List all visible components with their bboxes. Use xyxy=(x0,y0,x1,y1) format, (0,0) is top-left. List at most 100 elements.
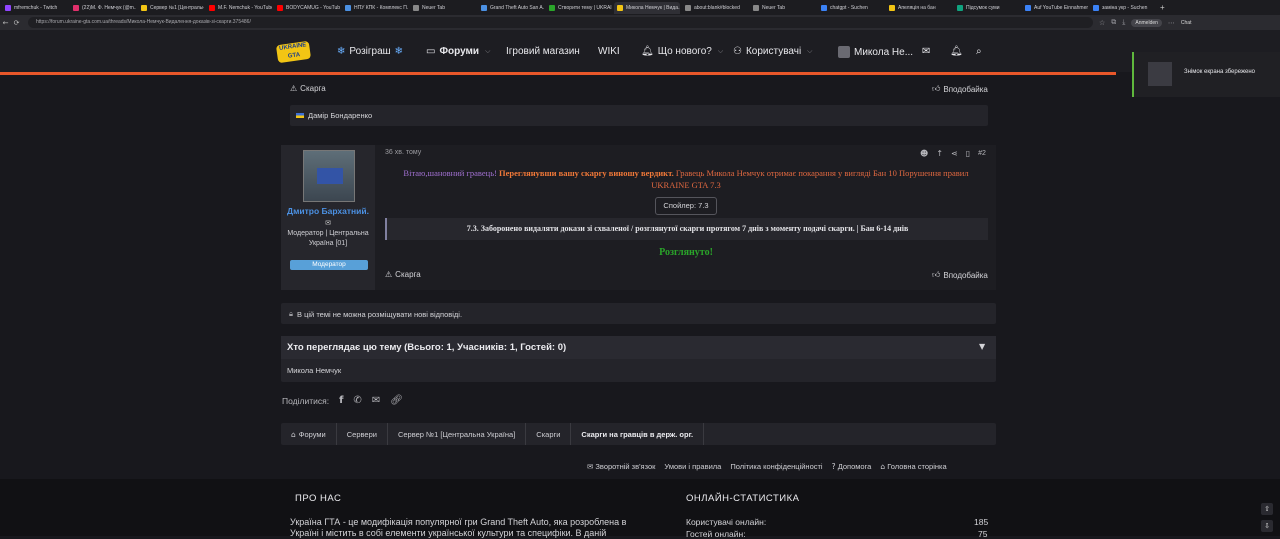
nav-shop[interactable]: Ігровий магазин xyxy=(506,46,580,57)
author-role: Модератор | Центральна Україна [01] xyxy=(287,230,369,247)
stats-title: ОНЛАЙН-СТАТИСТИКА xyxy=(686,493,800,504)
users-icon: ⚇ xyxy=(733,46,742,57)
breadcrumb-current[interactable]: Скарги на гравців в держ. орг. xyxy=(571,423,705,445)
tab-title: НПУ КПК - Комплекс П... xyxy=(354,4,408,11)
avatar xyxy=(838,46,850,58)
browser-tab[interactable]: заміна укр - Suchen xyxy=(1090,2,1156,14)
arrow-up-icon[interactable]: ↑ xyxy=(936,149,943,158)
browser-tab[interactable]: Neuer Tab xyxy=(750,2,816,14)
viewers-list[interactable]: Микола Немчук xyxy=(287,366,341,375)
alerts-bell-icon[interactable]: 🔔︎ xyxy=(950,46,963,57)
browser-tab[interactable]: Auf YouTube Einnahmen xyxy=(1022,2,1088,14)
chevron-down-icon[interactable]: ⌵ xyxy=(485,47,490,56)
browser-tab[interactable]: Сервер №1 [Центральна... xyxy=(138,2,204,14)
warning-icon: ⚠ xyxy=(385,270,393,279)
tab-favicon-icon xyxy=(73,4,79,11)
author-name[interactable]: Дмитро Бархатний. ✉ xyxy=(286,206,370,229)
envelope-icon: ✉ xyxy=(325,219,331,227)
browser-tab[interactable]: mfremchuk - Twitch xyxy=(2,2,68,14)
help-link[interactable]: ? Допомога xyxy=(832,462,872,471)
browser-tab[interactable]: Апеляція на бан xyxy=(886,2,952,14)
nav-wiki[interactable]: WIKI xyxy=(598,46,620,57)
chevron-down-icon[interactable]: ⌵ xyxy=(718,47,723,56)
site-logo[interactable]: UKRAINE GTA xyxy=(275,40,312,64)
rule-quote: 7.3. Заборонено видаляти докази зі схвал… xyxy=(385,218,988,240)
browser-tab[interactable]: chatgpt - Suchen xyxy=(818,2,884,14)
home-link[interactable]: ⌂ Головна сторінка xyxy=(880,462,946,471)
tab-title: about:blank#blocked xyxy=(694,4,740,11)
extensions-icon[interactable]: ⧉ xyxy=(1111,18,1116,27)
browser-tab[interactable]: НПУ КПК - Комплекс П... xyxy=(342,2,408,14)
browser-tab[interactable]: Створити тему | UKRAI... xyxy=(546,2,612,14)
facebook-icon[interactable]: f xyxy=(339,395,343,406)
link-icon[interactable]: 🔗︎ xyxy=(390,395,403,406)
scroll-top-icon[interactable]: ⇧ xyxy=(1261,503,1273,515)
profile-button[interactable]: Anmelden xyxy=(1131,18,1162,27)
home-icon: ⌂ xyxy=(291,429,296,439)
downloads-icon[interactable]: ⤓ xyxy=(1122,18,1125,27)
bookmark-icon[interactable]: ▯ xyxy=(966,149,970,158)
share-label: Поділитися: xyxy=(282,395,330,406)
tab-favicon-icon xyxy=(345,4,351,11)
spoiler-button[interactable]: Спойлер: 7.3 xyxy=(655,197,717,215)
tab-title: (22)M. Ф. Немчук (@m... xyxy=(82,4,136,11)
share-icon[interactable]: ⋖ xyxy=(951,149,958,158)
breadcrumb-item[interactable]: Сервери xyxy=(337,423,388,445)
bookmark-star-icon[interactable]: ☆ xyxy=(1099,19,1105,27)
browser-tab[interactable]: about:blank#blocked xyxy=(682,2,748,14)
share-row: Поділитися: f ✆ ✉ 🔗︎ xyxy=(282,395,403,406)
new-tab-icon[interactable]: + xyxy=(1160,3,1165,12)
nav-users[interactable]: ⚇ Користувачі ⌵ xyxy=(733,46,812,57)
breadcrumb-item[interactable]: Скарги xyxy=(526,423,572,445)
report-button[interactable]: ⚠ Скарга xyxy=(385,270,421,279)
avatar[interactable] xyxy=(303,150,355,202)
chat-button[interactable]: Chat xyxy=(1181,20,1192,26)
menu-dots-icon[interactable]: ⋯ xyxy=(1168,19,1175,27)
author-name-label: Дмитро Бархатний. xyxy=(287,206,369,216)
prev-like-button[interactable]: 👍︎ Вподобайка xyxy=(932,84,988,94)
browser-tab[interactable]: BODYCAMUG - YouTube xyxy=(274,2,340,14)
breadcrumb-item[interactable]: Сервер №1 [Центральна Україна] xyxy=(388,423,527,445)
nav-forums[interactable]: ▭ Форуми ⌵ xyxy=(426,46,490,57)
browser-tab[interactable]: Микола Немчук | Вида... xyxy=(614,1,680,14)
tab-favicon-icon xyxy=(617,4,623,11)
home-label: Головна сторінка xyxy=(887,462,947,471)
url-input[interactable]: https://forum.ukraine-gta.com.ua/threads… xyxy=(28,17,1093,28)
nav-account[interactable]: Микола Не... xyxy=(838,46,913,58)
nav-giveaway[interactable]: ❄ Розіграш ❄ xyxy=(337,46,403,57)
privacy-link[interactable]: Політика конфіденційності xyxy=(730,462,822,471)
inbox-icon[interactable]: ✉ xyxy=(922,46,930,57)
viewers-block: Хто переглядає цю тему (Всього: 1, Учасн… xyxy=(281,336,996,382)
tab-title: mfremchuk - Twitch xyxy=(14,4,58,11)
tab-title: Grand Theft Auto San A... xyxy=(490,4,544,11)
prev-report-button[interactable]: ⚠ Скарга xyxy=(290,84,326,93)
browser-tab[interactable]: M.F. Nemchuk - YouTube xyxy=(206,2,272,14)
emoji-icon[interactable]: ☻ xyxy=(920,149,928,158)
browser-tab[interactable]: Підсумок суми xyxy=(954,2,1020,14)
like-button[interactable]: 👍︎ Вподобайка xyxy=(932,270,988,280)
screenshot-notification[interactable]: Знімок екрана збережено xyxy=(1132,52,1280,97)
nav-whats-new-label: Що нового? xyxy=(657,46,712,57)
chevron-down-icon[interactable]: ⌵ xyxy=(807,47,812,56)
nav-whats-new[interactable]: 🔔︎ Що нового? ⌵ xyxy=(641,46,723,57)
whatsapp-icon[interactable]: ✆ xyxy=(353,395,361,406)
search-icon[interactable]: ⌕ xyxy=(976,46,982,57)
browser-tab[interactable]: Neuer Tab xyxy=(410,2,476,14)
tab-title: Сервер №1 [Центральна... xyxy=(150,4,204,11)
scroll-bottom-icon[interactable]: ⇩ xyxy=(1261,520,1273,532)
post-time[interactable]: 36 хв. тому xyxy=(385,149,421,156)
tab-title: заміна укр - Suchen xyxy=(1102,4,1148,11)
back-icon[interactable]: ← xyxy=(0,19,11,27)
feedback-link[interactable]: ✉ Зворотній зв'язок xyxy=(587,462,655,471)
post-number[interactable]: #2 xyxy=(978,150,986,157)
terms-link[interactable]: Умови і правила xyxy=(664,462,721,471)
browser-tab[interactable]: Grand Theft Auto San A... xyxy=(478,2,544,14)
footer-links: ✉ Зворотній зв'язок Умови і правила Полі… xyxy=(587,462,947,471)
email-icon[interactable]: ✉ xyxy=(372,395,380,406)
reload-icon[interactable]: ⟳ xyxy=(11,19,22,27)
breadcrumb-item[interactable]: ⌂ Форуми xyxy=(281,423,337,445)
reactor-name[interactable]: Дамір Бондаренко xyxy=(308,111,372,120)
snowflake-icon: ❄ xyxy=(337,46,346,57)
collapse-toggle-icon[interactable]: ▼ xyxy=(979,342,985,351)
browser-tab[interactable]: (22)M. Ф. Немчук (@m... xyxy=(70,2,136,14)
